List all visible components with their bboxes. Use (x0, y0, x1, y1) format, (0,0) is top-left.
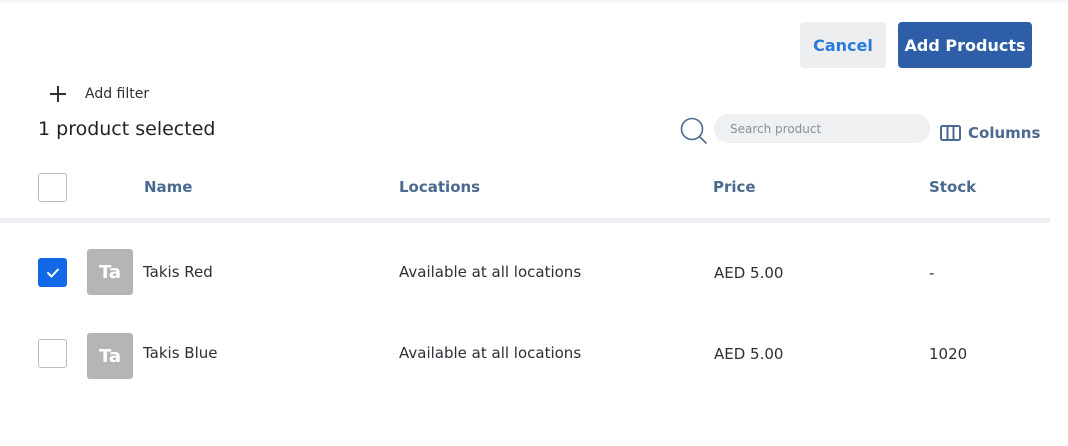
selection-count: 1 product selected (38, 118, 216, 140)
product-price: AED 5.00 (714, 264, 784, 282)
select-all-checkbox[interactable] (38, 173, 67, 202)
columns-icon (940, 125, 961, 141)
checkmark-icon (46, 268, 59, 277)
table-header-divider (0, 218, 1050, 223)
product-stock: 1020 (929, 345, 968, 363)
add-filter-button[interactable]: Add filter (48, 82, 149, 106)
column-header-name[interactable]: Name (144, 178, 192, 196)
product-name: Takis Blue (143, 344, 218, 362)
add-products-button[interactable]: Add Products (898, 22, 1032, 68)
product-price: AED 5.00 (714, 345, 784, 363)
search-icon[interactable] (680, 117, 708, 145)
add-filter-label: Add filter (85, 86, 150, 102)
columns-label: Columns (968, 124, 1041, 142)
product-thumbnail: Ta (87, 249, 133, 295)
row-checkbox[interactable] (38, 258, 67, 287)
product-thumbnail: Ta (87, 333, 133, 379)
product-name: Takis Red (143, 263, 213, 281)
top-divider (0, 0, 1068, 3)
product-locations: Available at all locations (399, 344, 582, 362)
column-header-price[interactable]: Price (713, 178, 756, 196)
plus-icon (48, 84, 68, 104)
column-header-stock[interactable]: Stock (929, 178, 976, 196)
columns-button[interactable]: Columns (940, 122, 1040, 144)
product-stock: - (929, 264, 935, 282)
column-header-locations[interactable]: Locations (399, 178, 480, 196)
row-checkbox[interactable] (38, 339, 67, 368)
cancel-button[interactable]: Cancel (800, 22, 886, 68)
product-locations: Available at all locations (399, 263, 582, 281)
search-input[interactable] (714, 114, 930, 143)
